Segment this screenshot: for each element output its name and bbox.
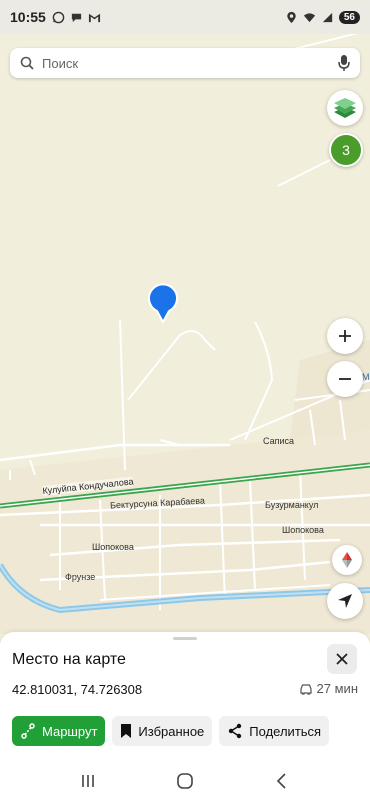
street-label: Фрунзе: [65, 572, 96, 582]
wifi-icon: [303, 12, 315, 22]
map-canvas[interactable]: Саписа Кулуйпа Кондучалова Бектурсуна Ка…: [0, 34, 370, 634]
action-buttons: Маршрут Избранное Поделиться: [12, 716, 330, 746]
search-bar[interactable]: [10, 48, 360, 78]
map-graphics: [0, 34, 370, 634]
favorite-button[interactable]: Избранное: [112, 716, 213, 746]
place-title: Место на карте: [12, 651, 126, 668]
close-button[interactable]: [327, 644, 357, 674]
travel-eta: 27 мин: [299, 681, 358, 696]
chat-icon: [71, 13, 81, 22]
share-label: Поделиться: [249, 723, 322, 739]
zoom-in-button[interactable]: [327, 318, 363, 354]
status-bar: 10:55 56: [0, 0, 370, 34]
car-icon: [299, 683, 312, 695]
street-label: Шопокова: [282, 525, 324, 535]
route-label: Маршрут: [42, 723, 98, 739]
street-label: Шопокова: [92, 542, 134, 552]
status-right: 56: [285, 10, 360, 24]
status-time: 10:55: [10, 9, 46, 25]
sheet-handle[interactable]: [173, 637, 197, 640]
location-icon: [287, 11, 296, 23]
system-nav-bar: [0, 760, 370, 802]
eta-text: 27 мин: [316, 681, 358, 696]
microphone-icon[interactable]: [338, 54, 350, 72]
search-icon: [20, 56, 34, 70]
street-label: Саписа: [263, 436, 295, 446]
route-icon: [21, 723, 35, 739]
share-button[interactable]: Поделиться: [219, 716, 330, 746]
signal-icon: [322, 12, 333, 22]
home-icon[interactable]: [176, 772, 194, 790]
my-location-button[interactable]: [327, 583, 363, 619]
street-label: Меч: [362, 372, 370, 382]
route-button[interactable]: Маршрут: [12, 716, 106, 746]
recents-icon[interactable]: [80, 773, 96, 789]
compass-button[interactable]: [332, 545, 362, 575]
cluster-badge[interactable]: 3: [329, 133, 363, 167]
whatsapp-icon: [52, 11, 65, 23]
share-icon: [229, 723, 242, 739]
navigation-arrow-icon: [338, 594, 352, 608]
notification-icons: [52, 11, 101, 24]
back-icon[interactable]: [274, 773, 290, 789]
close-icon: [336, 653, 348, 665]
place-coordinates: 42.810031, 74.726308: [12, 682, 143, 697]
layers-icon: [334, 98, 356, 118]
location-pin-icon[interactable]: [147, 283, 179, 323]
gmail-icon: [88, 13, 100, 22]
search-input[interactable]: [42, 55, 330, 71]
street-label: Бузурманкул: [265, 500, 319, 510]
bookmark-icon: [121, 724, 132, 738]
minus-icon: [339, 378, 351, 380]
zoom-out-button[interactable]: [327, 361, 363, 397]
plus-icon: [339, 330, 351, 342]
favorite-label: Избранное: [138, 723, 205, 739]
compass-icon: [342, 552, 352, 568]
layers-button[interactable]: [327, 90, 363, 126]
battery-indicator: 56: [338, 10, 360, 24]
